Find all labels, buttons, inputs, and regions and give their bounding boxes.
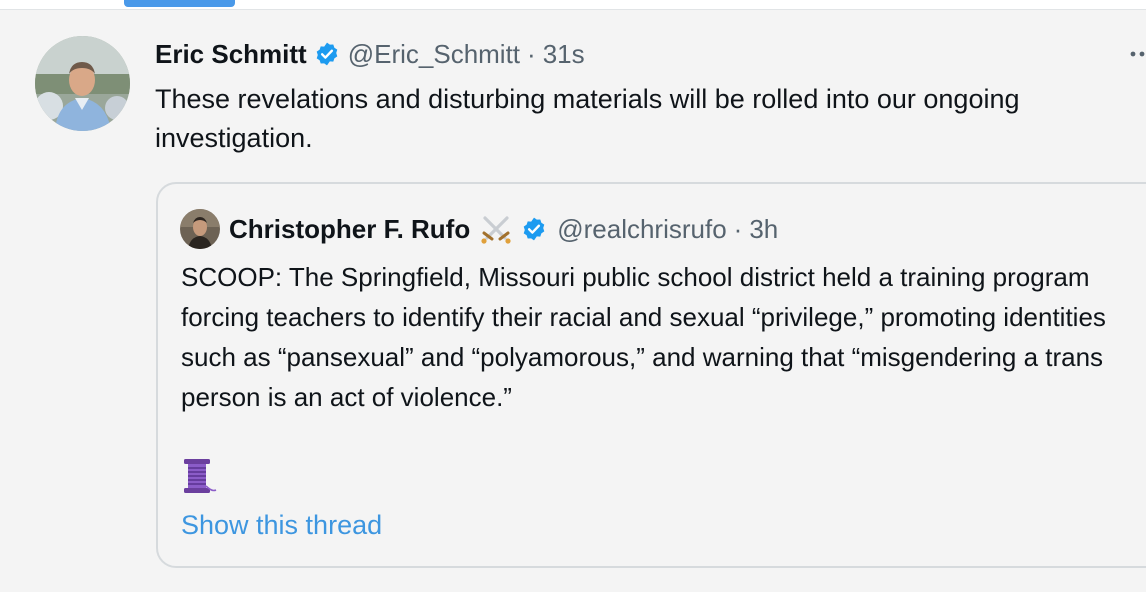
quoted-tweet-text: SCOOP: The Springfield, Missouri public … <box>181 262 1106 412</box>
more-options-icon[interactable] <box>1128 44 1146 64</box>
avatar-photo <box>35 36 130 131</box>
show-thread-link[interactable]: Show this thread <box>181 506 382 544</box>
quoted-tweet-timestamp: 3h <box>749 213 779 244</box>
crossed-swords-icon <box>478 211 514 247</box>
quoted-author-avatar <box>180 209 220 249</box>
meta-separator: · <box>527 38 536 69</box>
tweet-view: Eric Schmitt @Eric_Schmitt · 31s These r… <box>0 0 1146 592</box>
verified-badge-icon <box>521 216 547 242</box>
tweet-timestamp[interactable]: 31s <box>543 39 585 70</box>
active-tab-indicator <box>124 0 235 7</box>
quoted-author-name: Christopher F. Rufo <box>229 213 471 244</box>
quoted-tweet-header: Christopher F. Rufo @realchrisrufo · 3h <box>229 210 778 248</box>
quoted-author-handle: @realchrisrufo <box>557 213 727 244</box>
thread-spool-icon <box>182 456 218 496</box>
author-avatar[interactable] <box>35 36 130 131</box>
top-tab-bar <box>0 0 1146 10</box>
quoted-meta-separator: · <box>733 213 743 244</box>
tweet-header: Eric Schmitt @Eric_Schmitt · 31s <box>155 36 585 72</box>
author-name[interactable]: Eric Schmitt <box>155 39 307 70</box>
verified-badge-icon <box>314 41 340 67</box>
tweet-text: These revelations and disturbing materia… <box>155 84 1020 153</box>
author-handle[interactable]: @Eric_Schmitt <box>348 39 520 70</box>
quoted-avatar-photo <box>180 209 220 249</box>
